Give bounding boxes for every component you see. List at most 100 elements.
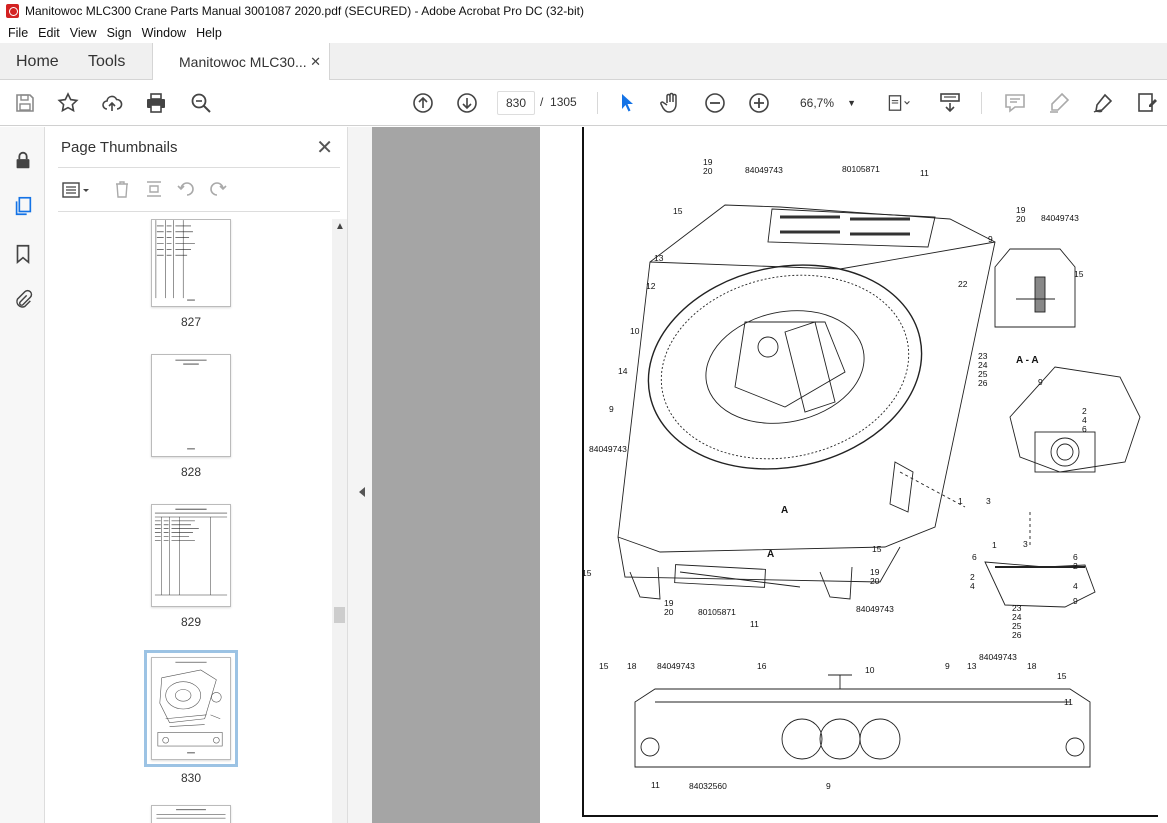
callout-part-84049743: 84049743 xyxy=(657,661,695,671)
callout-10: 10 xyxy=(865,665,875,675)
callout-part-84049743: 84049743 xyxy=(979,652,1017,662)
bookmarks-icon[interactable] xyxy=(10,241,36,267)
menu-view[interactable]: View xyxy=(65,26,102,40)
page-count: / 1305 xyxy=(540,95,577,109)
tab-bar: Home Tools Manitowoc MLC30... ✕ xyxy=(0,43,1167,81)
callout-12: 12 xyxy=(646,281,656,291)
scroll-mode-icon[interactable] xyxy=(937,90,963,116)
callout-15: 15 xyxy=(1057,671,1067,681)
callout-9: 9 xyxy=(1038,377,1043,387)
previous-page-icon[interactable] xyxy=(410,90,436,116)
callout-20: 20 xyxy=(1016,214,1026,224)
comment-icon[interactable] xyxy=(1002,90,1028,116)
callout-10: 10 xyxy=(630,326,640,336)
thumbnail-page-827[interactable] xyxy=(151,219,231,307)
next-page-icon[interactable] xyxy=(454,90,480,116)
menu-file[interactable]: File xyxy=(3,26,33,40)
upload-cloud-icon[interactable] xyxy=(99,90,125,116)
callout-20: 20 xyxy=(703,166,713,176)
tab-tools[interactable]: Tools xyxy=(88,43,125,80)
acrobat-logo-icon xyxy=(6,4,19,18)
callout-6: 6 xyxy=(972,552,977,562)
collapse-left-icon[interactable] xyxy=(359,487,365,497)
callout-part-84049743: 84049743 xyxy=(589,444,627,454)
title-bar: Manitowoc MLC300 Crane Parts Manual 3001… xyxy=(0,0,1167,22)
rotate-left-icon[interactable] xyxy=(176,179,196,202)
callout-part-80105871: 80105871 xyxy=(698,607,736,617)
callout-1: 1 xyxy=(958,496,963,506)
zoom-search-icon[interactable] xyxy=(188,90,214,116)
callout-4: 4 xyxy=(970,581,975,591)
thumbnail-options-icon[interactable] xyxy=(60,180,92,200)
window-title: Manitowoc MLC300 Crane Parts Manual 3001… xyxy=(25,4,584,18)
scroll-up-icon[interactable]: ▲ xyxy=(335,221,345,232)
callout-part-84032560: 84032560 xyxy=(689,781,727,791)
callout-9: 9 xyxy=(826,781,831,791)
callout-9: 9 xyxy=(988,234,993,244)
page-fit-icon[interactable] xyxy=(882,90,916,116)
edit-pdf-icon[interactable] xyxy=(1134,90,1160,116)
toolbar-divider xyxy=(981,92,982,114)
callout-15: 15 xyxy=(872,544,882,554)
page-separator: / xyxy=(540,95,544,109)
chevron-down-icon: ▼ xyxy=(847,98,856,108)
panel-collapse-strip[interactable] xyxy=(348,127,372,823)
callout-26: 26 xyxy=(978,378,988,388)
thumbnail-page-831[interactable] xyxy=(151,805,231,823)
callout-15: 15 xyxy=(1074,269,1084,279)
close-tab-icon[interactable]: ✕ xyxy=(310,54,321,70)
print-icon[interactable] xyxy=(143,90,169,116)
scrollbar-thumb[interactable] xyxy=(334,607,345,623)
close-panel-icon[interactable]: ✕ xyxy=(316,135,333,160)
save-icon[interactable] xyxy=(12,90,38,116)
callout-9: 9 xyxy=(609,404,614,414)
document-view[interactable]: 19 20 84049743 80105871 11 15 13 12 10 1… xyxy=(372,127,1167,823)
attachments-icon[interactable] xyxy=(10,287,36,313)
callout-4: 4 xyxy=(1073,581,1078,591)
thumbnail-page-829[interactable] xyxy=(151,504,231,607)
callout-20: 20 xyxy=(664,607,674,617)
sign-pen-icon[interactable] xyxy=(1090,90,1116,116)
callout-14: 14 xyxy=(618,366,628,376)
main-toolbar: 830 / 1305 66,7% ▼ xyxy=(0,80,1167,126)
tab-document[interactable]: Manitowoc MLC30... ✕ xyxy=(152,43,330,81)
section-marker-a: A xyxy=(781,505,788,516)
panel-divider xyxy=(58,167,340,168)
callout-18: 18 xyxy=(1027,661,1037,671)
panel-title: Page Thumbnails xyxy=(61,139,178,156)
callout-2: 2 xyxy=(1073,561,1078,571)
thumbnail-page-828[interactable] xyxy=(151,354,231,457)
page-number-input[interactable]: 830 xyxy=(497,91,535,115)
callout-3: 3 xyxy=(986,496,991,506)
rotate-right-icon[interactable] xyxy=(208,179,228,202)
callout-11: 11 xyxy=(750,619,759,629)
hand-tool-icon[interactable] xyxy=(658,90,684,116)
callout-11: 11 xyxy=(1064,697,1073,707)
menu-edit[interactable]: Edit xyxy=(33,26,65,40)
callout-20: 20 xyxy=(870,576,880,586)
page-thumbnails-icon[interactable] xyxy=(10,193,36,219)
thumbnail-scrollbar[interactable]: ▲ xyxy=(332,219,347,823)
tab-home[interactable]: Home xyxy=(16,43,59,80)
bookmark-star-icon[interactable] xyxy=(55,90,81,116)
select-cursor-icon[interactable] xyxy=(614,90,640,116)
section-marker-a: A xyxy=(767,549,774,560)
zoom-level-select[interactable]: 66,7% ▼ xyxy=(790,91,860,115)
delete-page-icon[interactable] xyxy=(112,179,132,202)
lock-icon[interactable] xyxy=(10,147,36,173)
menu-window[interactable]: Window xyxy=(137,26,191,40)
menu-sign[interactable]: Sign xyxy=(102,26,137,40)
callout-26: 26 xyxy=(1012,630,1022,640)
callout-15: 15 xyxy=(582,568,592,578)
thumbnail-label: 830 xyxy=(180,771,202,785)
callout-15: 15 xyxy=(599,661,609,671)
highlight-pen-icon[interactable] xyxy=(1046,90,1072,116)
tab-document-label: Manitowoc MLC30... xyxy=(179,54,307,70)
zoom-out-icon[interactable] xyxy=(702,90,728,116)
extract-page-icon[interactable] xyxy=(144,179,164,202)
thumbnail-page-830[interactable] xyxy=(144,650,238,767)
menu-help[interactable]: Help xyxy=(191,26,227,40)
callout-part-84049743: 84049743 xyxy=(1041,213,1079,223)
zoom-in-icon[interactable] xyxy=(746,90,772,116)
thumbnail-label: 827 xyxy=(180,315,202,329)
